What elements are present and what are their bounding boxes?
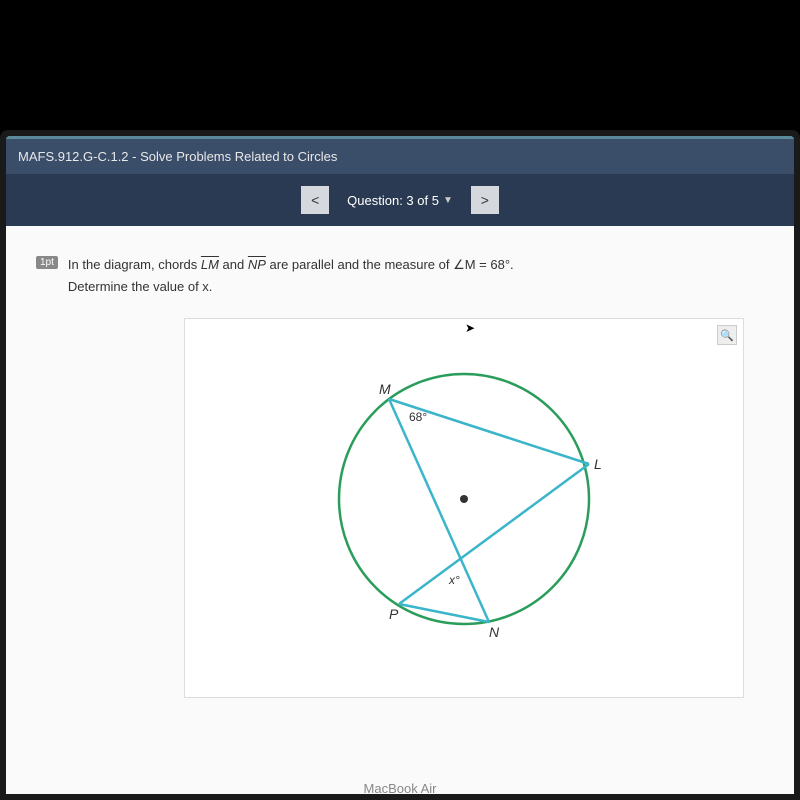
- label-n: N: [489, 624, 500, 640]
- chord-ml: [389, 399, 589, 464]
- chevron-left-icon: <: [311, 192, 319, 208]
- question-content: 1pt In the diagram, chords LM and NP are…: [6, 226, 794, 726]
- label-m: M: [379, 381, 391, 397]
- angle-m-label: 68°: [409, 410, 427, 424]
- chevron-down-icon: ▼: [443, 195, 453, 206]
- points-badge: 1pt: [36, 256, 58, 269]
- chevron-right-icon: >: [481, 192, 489, 208]
- screen: MAFS.912.G-C.1.2 - Solve Problems Relate…: [6, 136, 794, 794]
- qtext-3: are parallel and the measure of ∠M = 68°…: [266, 257, 514, 272]
- angle-x-label: x°: [448, 573, 460, 587]
- device-label: MacBook Air: [364, 781, 437, 796]
- title-bar: MAFS.912.G-C.1.2 - Solve Problems Relate…: [6, 136, 794, 174]
- page-title: MAFS.912.G-C.1.2 - Solve Problems Relate…: [18, 149, 337, 164]
- zoom-button[interactable]: 🔍: [717, 325, 737, 345]
- question-counter[interactable]: Question: 3 of 5 ▼: [347, 193, 453, 208]
- chord-lm: LM: [201, 257, 219, 272]
- qtext-line2: Determine the value of x.: [68, 279, 213, 294]
- circle-diagram: M L P N 68° x°: [294, 339, 634, 659]
- diagram-container: ➤ 🔍 M L P N 68°: [184, 318, 744, 698]
- black-background-top: [0, 0, 800, 130]
- chord-np: NP: [248, 257, 266, 272]
- line-mn: [389, 399, 489, 622]
- qtext-2: and: [219, 257, 248, 272]
- qtext-1: In the diagram, chords: [68, 257, 201, 272]
- label-l: L: [594, 456, 602, 472]
- zoom-icon: 🔍: [720, 329, 734, 342]
- circle-center: [460, 495, 468, 503]
- cursor-icon: ➤: [465, 321, 475, 335]
- question-nav-bar: < Question: 3 of 5 ▼ >: [6, 174, 794, 226]
- question-counter-text: Question: 3 of 5: [347, 193, 439, 208]
- prev-question-button[interactable]: <: [301, 186, 329, 214]
- label-p: P: [389, 606, 399, 622]
- question-row: 1pt In the diagram, chords LM and NP are…: [36, 254, 764, 298]
- question-text: In the diagram, chords LM and NP are par…: [68, 254, 514, 298]
- next-question-button[interactable]: >: [471, 186, 499, 214]
- device-frame: MAFS.912.G-C.1.2 - Solve Problems Relate…: [0, 130, 800, 800]
